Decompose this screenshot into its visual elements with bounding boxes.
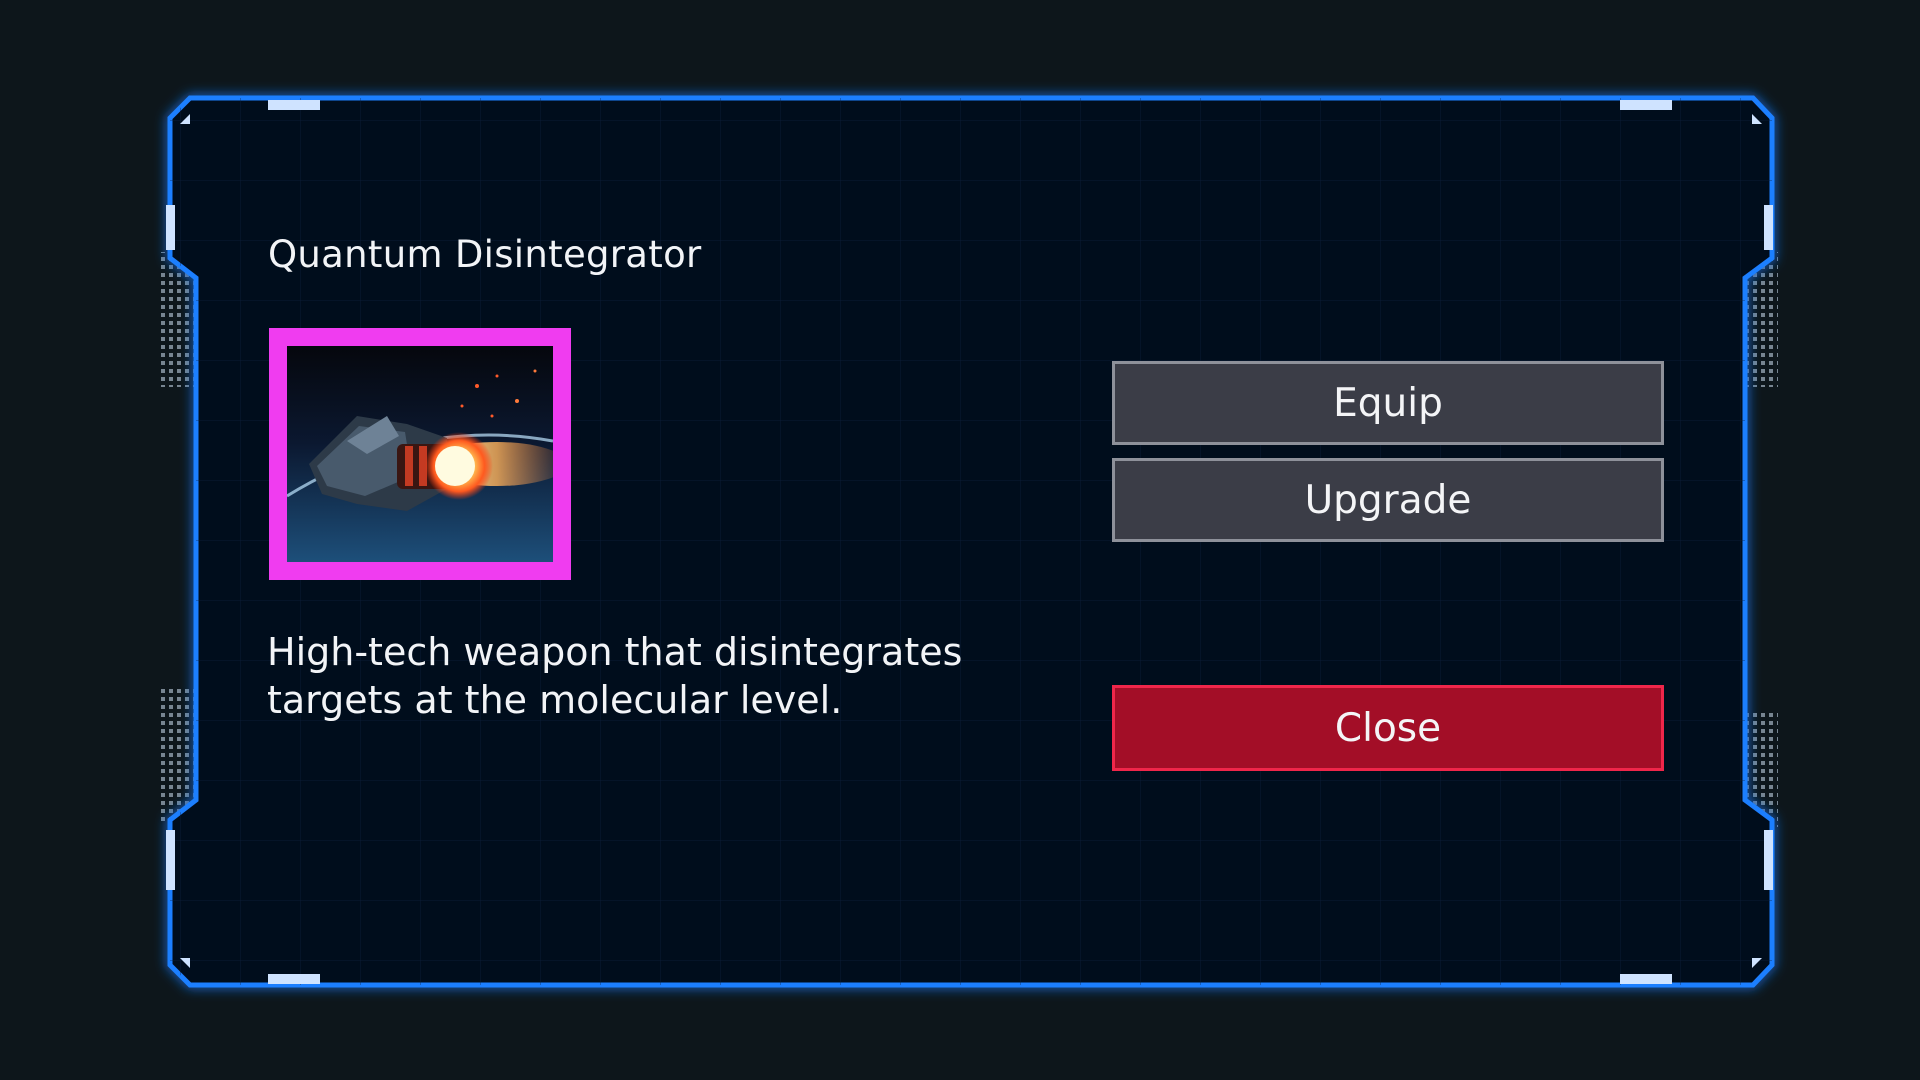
close-button[interactable]: Close xyxy=(1112,685,1664,771)
spaceship-firing-laser-icon xyxy=(287,346,553,562)
equip-button[interactable]: Equip xyxy=(1112,361,1664,445)
upgrade-button[interactable]: Upgrade xyxy=(1112,458,1664,542)
item-title: Quantum Disintegrator xyxy=(268,233,702,276)
item-detail-panel: Quantum Disintegrator High-tech weapon t… xyxy=(0,0,1920,1080)
item-image-frame xyxy=(269,328,571,580)
game-screen: Quantum Disintegrator High-tech weapon t… xyxy=(0,0,1920,1080)
item-description: High-tech weapon that disintegrates targ… xyxy=(267,630,963,722)
